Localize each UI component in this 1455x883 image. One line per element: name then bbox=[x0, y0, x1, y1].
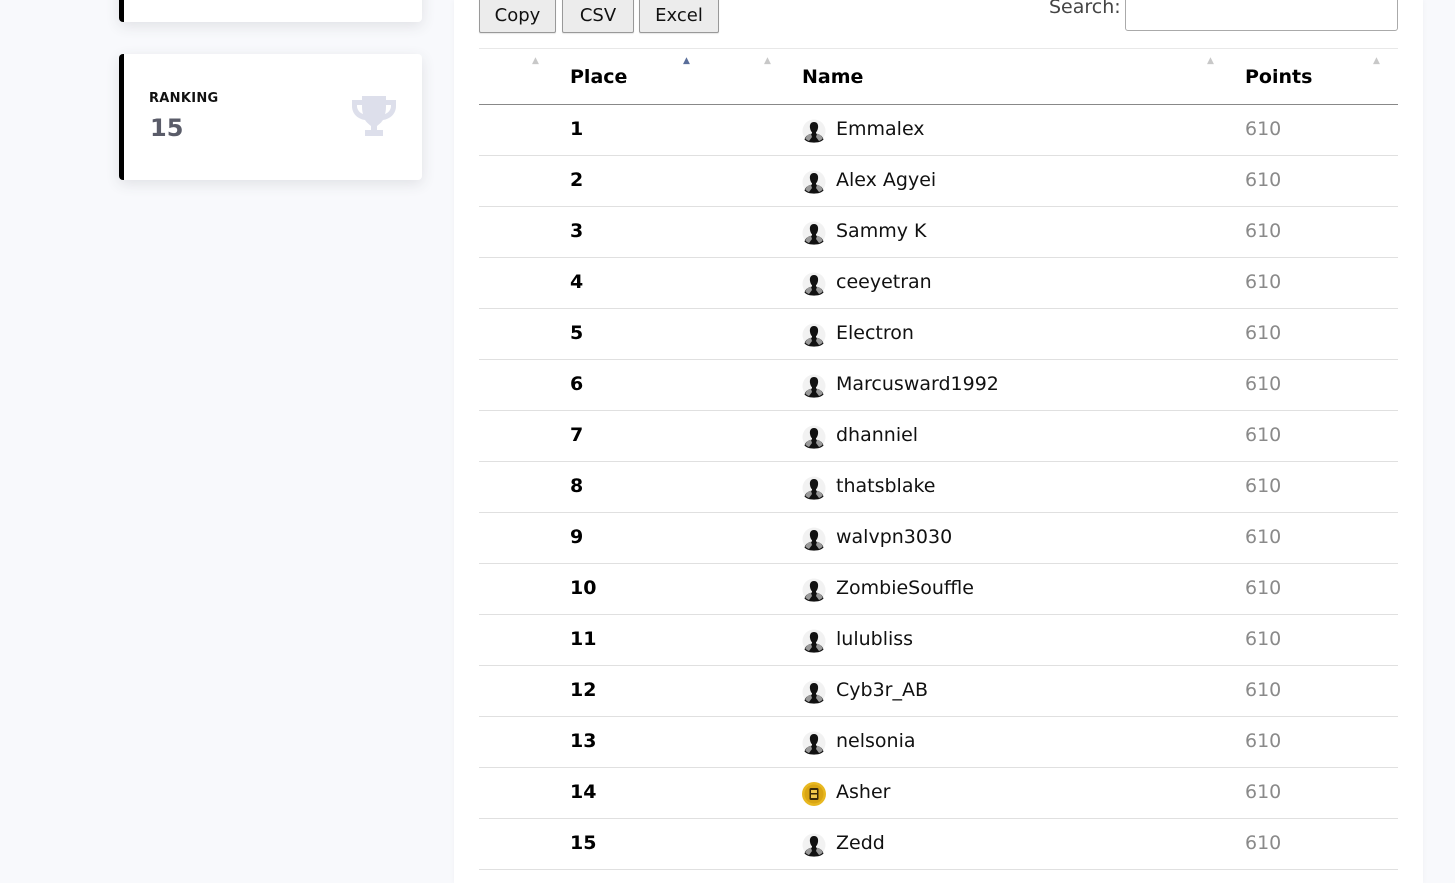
name-cell[interactable]: ZombieSouffle bbox=[836, 577, 974, 599]
points-cell: 610 bbox=[1245, 832, 1282, 854]
search-input[interactable] bbox=[1125, 0, 1398, 31]
points-cell: 610 bbox=[1245, 322, 1282, 344]
points-cell: 610 bbox=[1245, 526, 1282, 548]
user-avatar-icon bbox=[802, 833, 826, 857]
ranking-value: 15 bbox=[150, 114, 184, 142]
table-row[interactable]: 5 Electron 610 bbox=[479, 309, 1398, 360]
column-header-points[interactable]: Points bbox=[1245, 66, 1312, 88]
place-cell: 7 bbox=[570, 424, 584, 446]
points-cell: 610 bbox=[1245, 424, 1282, 446]
place-cell: 11 bbox=[570, 628, 597, 650]
place-cell: 15 bbox=[570, 832, 597, 854]
table-header: ▲ Place ▲ ▲ Name ▲ Points ▲ bbox=[479, 49, 1398, 105]
table-body: 1 Emmalex 610 2 Alex Agyei 610 3 Sammy K… bbox=[479, 105, 1398, 870]
csv-button[interactable]: CSV bbox=[562, 0, 634, 33]
place-cell: 13 bbox=[570, 730, 597, 752]
points-cell: 610 bbox=[1245, 730, 1282, 752]
leaderboard-table: ▲ Place ▲ ▲ Name ▲ Points ▲ 1 Emmalex 61… bbox=[479, 48, 1398, 870]
ranking-label: RANKING bbox=[149, 91, 219, 106]
place-cell: 3 bbox=[570, 220, 584, 242]
name-cell[interactable]: Sammy K bbox=[836, 220, 926, 242]
table-row[interactable]: 15 Zedd 610 bbox=[479, 819, 1398, 870]
table-row[interactable]: 14 Asher 610 bbox=[479, 768, 1398, 819]
table-row[interactable]: 13 nelsonia 610 bbox=[479, 717, 1398, 768]
column-header-place[interactable]: Place bbox=[570, 66, 627, 88]
table-row[interactable]: 2 Alex Agyei 610 bbox=[479, 156, 1398, 207]
user-avatar-icon bbox=[802, 680, 826, 704]
points-cell: 610 bbox=[1245, 169, 1282, 191]
name-cell[interactable]: Cyb3r_AB bbox=[836, 679, 928, 701]
name-cell[interactable]: Emmalex bbox=[836, 118, 925, 140]
sort-icon: ▲ bbox=[1373, 56, 1380, 66]
sort-ascending-icon: ▲ bbox=[683, 56, 690, 66]
table-row[interactable]: 11 lulubliss 610 bbox=[479, 615, 1398, 666]
place-cell: 4 bbox=[570, 271, 584, 293]
table-row[interactable]: 1 Emmalex 610 bbox=[479, 105, 1398, 156]
sort-icon: ▲ bbox=[764, 56, 771, 66]
name-cell[interactable]: ceeyetran bbox=[836, 271, 932, 293]
search-label: Search: bbox=[1049, 0, 1121, 18]
user-avatar-icon bbox=[802, 629, 826, 653]
table-row[interactable]: 9 walvpn3030 610 bbox=[479, 513, 1398, 564]
name-cell[interactable]: thatsblake bbox=[836, 475, 935, 497]
page: RANKING 15 Copy CSV Excel Search: ▲ Plac… bbox=[0, 0, 1455, 883]
place-cell: 6 bbox=[570, 373, 584, 395]
place-cell: 5 bbox=[570, 322, 584, 344]
name-cell[interactable]: Electron bbox=[836, 322, 914, 344]
user-avatar-icon bbox=[802, 119, 826, 143]
column-header-name[interactable]: Name bbox=[802, 66, 863, 88]
points-cell: 610 bbox=[1245, 679, 1282, 701]
leaderboard-panel: Copy CSV Excel Search: ▲ Place ▲ ▲ Name … bbox=[454, 0, 1423, 883]
points-cell: 610 bbox=[1245, 781, 1282, 803]
name-cell[interactable]: Zedd bbox=[836, 832, 885, 854]
table-row[interactable]: 3 Sammy K 610 bbox=[479, 207, 1398, 258]
name-cell[interactable]: nelsonia bbox=[836, 730, 916, 752]
user-avatar-icon bbox=[802, 731, 826, 755]
points-cell: 610 bbox=[1245, 118, 1282, 140]
sort-icon: ▲ bbox=[532, 56, 539, 66]
table-row[interactable]: 6 Marcusward1992 610 bbox=[479, 360, 1398, 411]
user-avatar-icon bbox=[802, 578, 826, 602]
name-cell[interactable]: dhanniel bbox=[836, 424, 918, 446]
name-cell[interactable]: walvpn3030 bbox=[836, 526, 952, 548]
place-cell: 14 bbox=[570, 781, 597, 803]
ranking-card: RANKING 15 bbox=[119, 54, 422, 180]
place-cell: 2 bbox=[570, 169, 584, 191]
place-cell: 8 bbox=[570, 475, 584, 497]
place-cell: 9 bbox=[570, 526, 584, 548]
user-avatar-icon bbox=[802, 374, 826, 398]
table-row[interactable]: 7 dhanniel 610 bbox=[479, 411, 1398, 462]
name-cell[interactable]: Marcusward1992 bbox=[836, 373, 999, 395]
excel-button[interactable]: Excel bbox=[639, 0, 719, 33]
place-cell: 10 bbox=[570, 577, 597, 599]
custom-avatar-icon bbox=[802, 782, 826, 806]
sort-icon: ▲ bbox=[1207, 56, 1214, 66]
user-avatar-icon bbox=[802, 527, 826, 551]
table-row[interactable]: 8 thatsblake 610 bbox=[479, 462, 1398, 513]
points-cell: 610 bbox=[1245, 628, 1282, 650]
points-cell: 610 bbox=[1245, 475, 1282, 497]
copy-button[interactable]: Copy bbox=[479, 0, 556, 33]
user-avatar-icon bbox=[802, 272, 826, 296]
user-avatar-icon bbox=[802, 221, 826, 245]
points-cell: 610 bbox=[1245, 220, 1282, 242]
user-avatar-icon bbox=[802, 425, 826, 449]
user-avatar-icon bbox=[802, 170, 826, 194]
name-cell[interactable]: Alex Agyei bbox=[836, 169, 936, 191]
points-cell: 610 bbox=[1245, 271, 1282, 293]
place-cell: 1 bbox=[570, 118, 584, 140]
name-cell[interactable]: lulubliss bbox=[836, 628, 913, 650]
table-row[interactable]: 4 ceeyetran 610 bbox=[479, 258, 1398, 309]
table-row[interactable]: 10 ZombieSouffle 610 bbox=[479, 564, 1398, 615]
trophy-icon bbox=[352, 96, 396, 136]
place-cell: 12 bbox=[570, 679, 597, 701]
points-cell: 610 bbox=[1245, 373, 1282, 395]
stat-card-previous bbox=[119, 0, 422, 22]
table-row[interactable]: 12 Cyb3r_AB 610 bbox=[479, 666, 1398, 717]
user-avatar-icon bbox=[802, 476, 826, 500]
user-avatar-icon bbox=[802, 323, 826, 347]
points-cell: 610 bbox=[1245, 577, 1282, 599]
name-cell[interactable]: Asher bbox=[836, 781, 890, 803]
